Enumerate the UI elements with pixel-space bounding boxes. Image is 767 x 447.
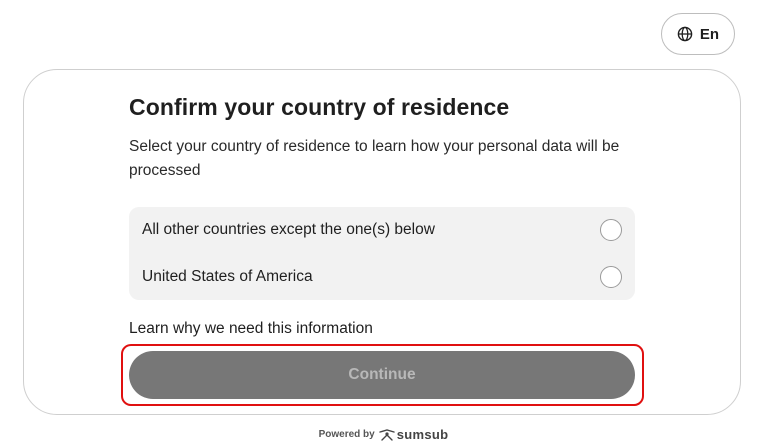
- language-button[interactable]: En: [661, 13, 735, 55]
- option-label: United States of America: [142, 268, 313, 285]
- page-subtitle: Select your country of residence to lear…: [129, 138, 620, 179]
- language-label: En: [699, 25, 720, 43]
- globe-icon: [677, 26, 693, 42]
- radio-button[interactable]: [600, 219, 622, 241]
- option-label: All other countries except the one(s) be…: [142, 221, 435, 238]
- option-all-other-countries[interactable]: All other countries except the one(s) be…: [129, 207, 635, 253]
- sumsub-logo-icon: [379, 428, 395, 441]
- page: En Confirm your country of residence Sel…: [0, 0, 767, 447]
- brand: sumsub: [379, 427, 449, 442]
- country-options: All other countries except the one(s) be…: [129, 207, 635, 300]
- learn-more-link[interactable]: Learn why we need this information: [129, 320, 373, 338]
- radio-button[interactable]: [600, 266, 622, 288]
- brand-name: sumsub: [396, 427, 449, 442]
- powered-by-footer: Powered by sumsub: [0, 427, 767, 442]
- option-united-states[interactable]: United States of America: [129, 254, 635, 300]
- powered-by-text: Powered by: [318, 429, 375, 440]
- continue-button[interactable]: Continue: [129, 351, 635, 399]
- page-title: Confirm your country of residence: [129, 94, 510, 120]
